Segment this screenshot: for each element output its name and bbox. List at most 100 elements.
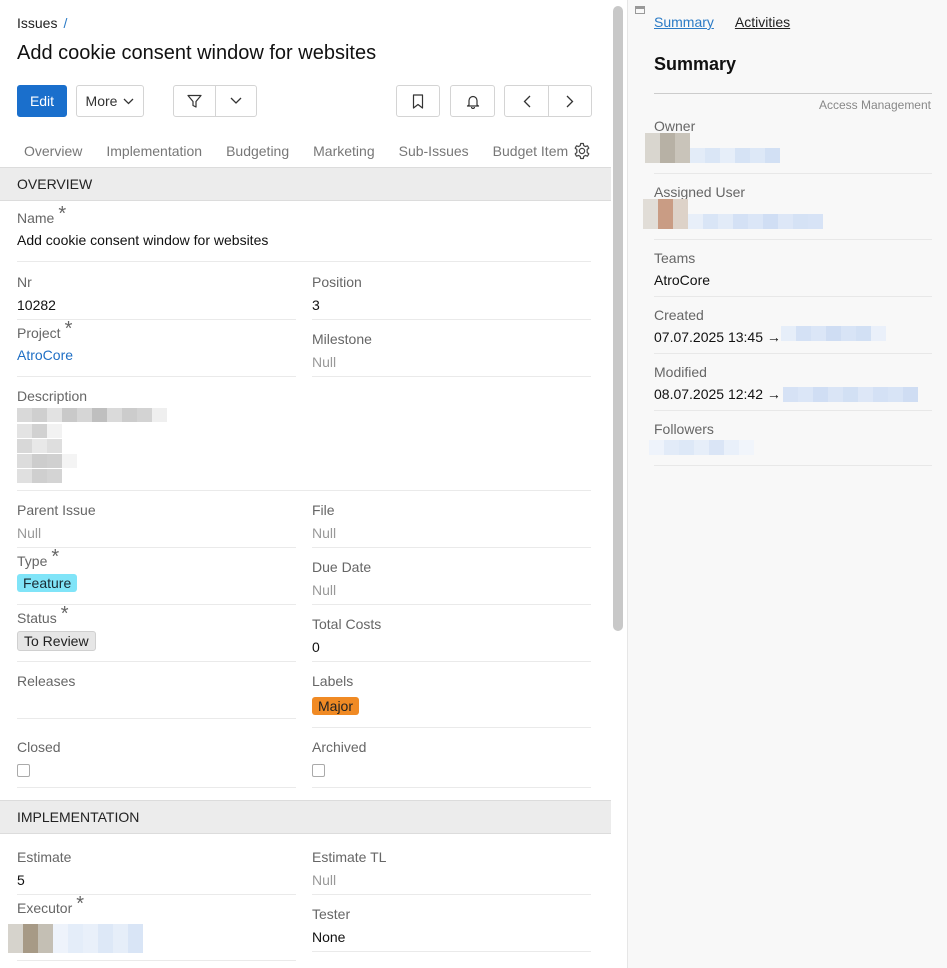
field-labels: Labels Major — [312, 673, 591, 728]
side-field-teams: Teams AtroCore — [654, 250, 932, 297]
teams-link[interactable]: AtroCore — [654, 272, 932, 288]
field-estimate-tl-label: Estimate TL — [312, 849, 387, 865]
field-file-label: File — [312, 502, 335, 518]
field-tester: Tester None — [312, 906, 591, 952]
main-scrollbar[interactable] — [613, 6, 623, 631]
field-estimate-tl-value: Null — [312, 872, 337, 888]
field-estimate-label: Estimate — [17, 849, 72, 865]
field-milestone: Milestone Null — [312, 331, 591, 377]
archived-checkbox[interactable] — [312, 764, 325, 777]
field-position-label: Position — [312, 274, 362, 290]
field-due-date-label: Due Date — [312, 559, 372, 575]
field-milestone-label: Milestone — [312, 331, 372, 347]
section-implementation-header[interactable]: IMPLEMENTATION — [0, 800, 611, 834]
side-field-owner: Owner — [654, 118, 932, 174]
type-badge: Feature — [17, 574, 78, 592]
tab-budget-item[interactable]: Budget Item — [493, 143, 569, 159]
field-due-date-value: Null — [312, 582, 337, 598]
required-asterisk: * — [58, 203, 67, 225]
bookmark-button-inner — [397, 86, 439, 116]
field-parent-issue-value: Null — [17, 525, 42, 541]
filter-button[interactable] — [174, 86, 215, 116]
field-project-label: Project — [17, 325, 61, 341]
section-overview-header[interactable]: OVERVIEW — [0, 167, 611, 201]
redacted-followers — [649, 440, 754, 455]
tab-activities[interactable]: Activities — [735, 14, 790, 30]
field-project-link[interactable]: AtroCore — [17, 347, 296, 363]
field-nr: Nr 10282 — [17, 274, 296, 320]
side-field-assigned-user: Assigned User — [654, 184, 932, 240]
field-type-label: Type — [17, 553, 48, 569]
field-closed-label: Closed — [17, 739, 61, 755]
follow-button[interactable] — [450, 85, 495, 117]
field-releases: Releases — [17, 673, 296, 719]
field-name-value: Add cookie consent window for websites — [17, 232, 269, 248]
required-asterisk: * — [64, 318, 73, 340]
field-estimate-value: 5 — [17, 872, 25, 888]
field-status-label: Status — [17, 610, 57, 626]
label-badge: Major — [312, 697, 360, 715]
field-type: Type * Feature — [17, 547, 296, 605]
filter-dropdown-button[interactable] — [215, 86, 256, 116]
redacted-owner-name — [690, 148, 780, 163]
assigned-user-label: Assigned User — [654, 184, 746, 200]
side-panel: Summary Activities Summary Access Manage… — [627, 0, 947, 968]
created-label: Created — [654, 307, 704, 323]
field-parent-issue: Parent Issue Null — [17, 502, 296, 548]
required-asterisk: * — [51, 546, 60, 568]
bookmark-icon — [412, 93, 424, 109]
more-button[interactable]: More — [76, 85, 144, 117]
filter-icon — [187, 94, 202, 108]
required-asterisk: * — [60, 603, 69, 625]
field-position-value: 3 — [312, 297, 320, 313]
field-tester-label: Tester — [312, 906, 351, 922]
bookmark-button[interactable] — [396, 85, 440, 117]
field-tester-value: None — [312, 929, 346, 945]
tab-marketing[interactable]: Marketing — [313, 143, 374, 159]
page-title: Add cookie consent window for websites — [17, 42, 377, 64]
panel-toggle-icon[interactable] — [635, 6, 645, 14]
more-button-label: More — [85, 93, 118, 109]
redacted-description-line-2 — [17, 424, 62, 438]
field-nr-label: Nr — [17, 274, 32, 290]
filter-button-group — [173, 85, 257, 117]
field-status: Status * To Review — [17, 604, 296, 662]
tab-overview[interactable]: Overview — [24, 143, 82, 159]
chevron-down-icon — [230, 97, 242, 104]
redacted-assigned-user-avatar — [643, 199, 688, 229]
redacted-assigned-user-name — [688, 214, 823, 229]
breadcrumb-issues-link[interactable]: Issues — [17, 15, 57, 31]
redacted-executor-name — [53, 924, 143, 953]
tab-summary[interactable]: Summary — [654, 14, 714, 30]
field-position: Position 3 — [312, 274, 591, 320]
field-total-costs: Total Costs 0 — [312, 616, 591, 662]
field-name-label: Name — [17, 210, 55, 226]
field-archived: Archived — [312, 739, 591, 788]
breadcrumb-separator: / — [63, 15, 68, 31]
redacted-description-line-4 — [17, 454, 77, 468]
side-panel-tabs: Summary Activities — [654, 14, 790, 30]
field-total-costs-label: Total Costs — [312, 616, 382, 632]
chevron-down-icon — [123, 98, 134, 104]
field-milestone-value: Null — [312, 354, 337, 370]
previous-record-button[interactable] — [505, 86, 548, 116]
field-executor-label: Executor — [17, 900, 73, 916]
next-record-button[interactable] — [548, 86, 591, 116]
redacted-created-by — [781, 326, 886, 341]
field-description: Description — [17, 388, 591, 491]
status-badge: To Review — [17, 631, 96, 651]
access-management-label: Access Management — [818, 98, 931, 112]
tab-budgeting[interactable]: Budgeting — [226, 143, 289, 159]
followers-label: Followers — [654, 421, 714, 437]
gear-icon[interactable] — [573, 142, 591, 160]
tab-implementation[interactable]: Implementation — [106, 143, 202, 159]
redacted-description-line-1 — [17, 408, 167, 422]
record-detail: Issues / Add cookie consent window for we… — [0, 0, 611, 968]
edit-button[interactable]: Edit — [17, 85, 67, 117]
closed-checkbox[interactable] — [17, 764, 30, 777]
field-project: Project * AtroCore — [17, 319, 296, 377]
tab-sub-issues[interactable]: Sub-Issues — [399, 143, 469, 159]
redacted-owner-avatar — [645, 133, 690, 163]
follow-button-inner — [451, 86, 494, 116]
field-estimate: Estimate 5 — [17, 849, 296, 895]
